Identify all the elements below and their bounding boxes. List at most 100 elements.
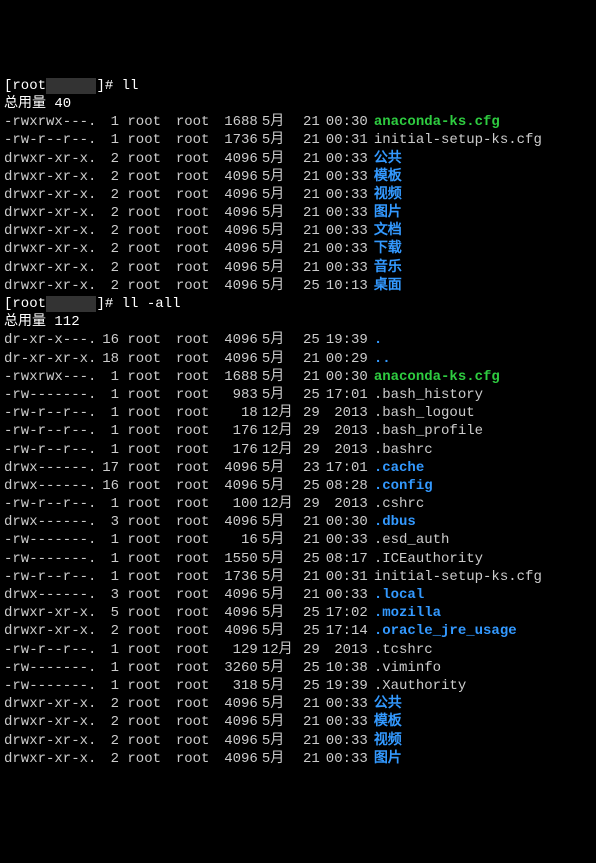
owner: root xyxy=(127,259,167,277)
day: 21 xyxy=(294,750,320,768)
group: root xyxy=(176,422,216,440)
file-row: drwxr-xr-x.2 root root40965月2100:33下载 xyxy=(4,240,592,258)
terminal-output[interactable]: [root ]# ll总用量 40-rwxrwx---.1 root root1… xyxy=(4,77,592,768)
file-name: .mozilla xyxy=(374,605,441,621)
file-size: 176 xyxy=(216,441,258,459)
permissions: -rw-------. xyxy=(4,659,94,677)
permissions: drwxr-xr-x. xyxy=(4,622,94,640)
file-size: 4096 xyxy=(216,695,258,713)
link-count: 2 xyxy=(94,732,119,750)
owner: root xyxy=(127,131,167,149)
file-row: drwxr-xr-x.2 root root40965月2100:33视频 xyxy=(4,186,592,204)
owner: root xyxy=(127,604,167,622)
owner: root xyxy=(127,568,167,586)
day: 21 xyxy=(294,240,320,258)
file-row: -rw-r--r--.1 root root10012月292013.cshrc xyxy=(4,495,592,513)
month: 5月 xyxy=(262,677,294,695)
group: root xyxy=(176,240,216,258)
owner: root xyxy=(127,750,167,768)
month: 5月 xyxy=(262,513,294,531)
month: 5月 xyxy=(262,695,294,713)
file-row: drwxr-xr-x.2 root root40965月2100:33公共 xyxy=(4,150,592,168)
permissions: drwxr-xr-x. xyxy=(4,277,94,295)
link-count: 2 xyxy=(94,240,119,258)
prompt-hostname-redacted xyxy=(46,78,96,94)
owner: root xyxy=(127,186,167,204)
link-count: 1 xyxy=(94,568,119,586)
day: 21 xyxy=(294,368,320,386)
file-row: -rwxrwx---.1 root root16885月2100:30anaco… xyxy=(4,113,592,131)
time: 00:33 xyxy=(320,204,368,222)
group: root xyxy=(176,550,216,568)
file-size: 4096 xyxy=(216,277,258,295)
link-count: 2 xyxy=(94,713,119,731)
file-row: drwx------.3 root root40965月2100:30.dbus xyxy=(4,513,592,531)
owner: root xyxy=(127,459,167,477)
month: 5月 xyxy=(262,277,294,295)
command-text: ll -all xyxy=(122,296,181,312)
group: root xyxy=(176,568,216,586)
day: 21 xyxy=(294,150,320,168)
owner: root xyxy=(127,495,167,513)
file-name: .config xyxy=(374,478,433,494)
file-row: drwxr-xr-x.5 root root40965月2517:02.mozi… xyxy=(4,604,592,622)
link-count: 2 xyxy=(94,695,119,713)
file-row: drwxr-xr-x.2 root root40965月2100:33图片 xyxy=(4,750,592,768)
prompt-hostname-redacted xyxy=(46,296,96,312)
file-size: 983 xyxy=(216,386,258,404)
permissions: -rw-------. xyxy=(4,550,94,568)
day: 29 xyxy=(294,404,320,422)
link-count: 1 xyxy=(94,113,119,131)
permissions: drwxr-xr-x. xyxy=(4,695,94,713)
file-row: -rw-------.1 root root15505月2508:17.ICEa… xyxy=(4,550,592,568)
link-count: 1 xyxy=(94,677,119,695)
file-name: .viminfo xyxy=(374,660,441,676)
permissions: -rw-r--r--. xyxy=(4,441,94,459)
file-size: 4096 xyxy=(216,513,258,531)
file-row: -rw-r--r--.1 root root17612月292013.bashr… xyxy=(4,441,592,459)
day: 21 xyxy=(294,113,320,131)
time: 00:31 xyxy=(320,131,368,149)
file-size: 4096 xyxy=(216,459,258,477)
permissions: dr-xr-x---. xyxy=(4,331,94,349)
file-row: -rw-------.1 root root3185月2519:39.Xauth… xyxy=(4,677,592,695)
owner: root xyxy=(127,222,167,240)
link-count: 1 xyxy=(94,422,119,440)
file-size: 4096 xyxy=(216,150,258,168)
file-row: drwx------.17 root root40965月2317:01.cac… xyxy=(4,459,592,477)
file-name: .dbus xyxy=(374,514,416,530)
month: 5月 xyxy=(262,222,294,240)
month: 5月 xyxy=(262,168,294,186)
time: 00:29 xyxy=(320,350,368,368)
permissions: drwxr-xr-x. xyxy=(4,240,94,258)
file-name: .bash_history xyxy=(374,387,483,403)
file-row: drwxr-xr-x.2 root root40965月2100:33文档 xyxy=(4,222,592,240)
group: root xyxy=(176,495,216,513)
day: 21 xyxy=(294,732,320,750)
file-size: 4096 xyxy=(216,750,258,768)
month: 5月 xyxy=(262,459,294,477)
link-count: 2 xyxy=(94,186,119,204)
group: root xyxy=(176,750,216,768)
owner: root xyxy=(127,441,167,459)
owner: root xyxy=(127,204,167,222)
group: root xyxy=(176,331,216,349)
permissions: -rw-------. xyxy=(4,531,94,549)
link-count: 5 xyxy=(94,604,119,622)
month: 5月 xyxy=(262,477,294,495)
day: 29 xyxy=(294,641,320,659)
time: 00:33 xyxy=(320,150,368,168)
month: 5月 xyxy=(262,531,294,549)
prompt-line: [root ]# ll xyxy=(4,77,592,95)
owner: root xyxy=(127,677,167,695)
permissions: -rw-r--r--. xyxy=(4,568,94,586)
link-count: 2 xyxy=(94,259,119,277)
file-name: 音乐 xyxy=(374,260,402,276)
permissions: drwxr-xr-x. xyxy=(4,604,94,622)
group: root xyxy=(176,404,216,422)
permissions: -rw-------. xyxy=(4,386,94,404)
file-name: .bash_logout xyxy=(374,405,475,421)
month: 5月 xyxy=(262,732,294,750)
file-name: 图片 xyxy=(374,205,402,221)
time: 17:14 xyxy=(320,622,368,640)
